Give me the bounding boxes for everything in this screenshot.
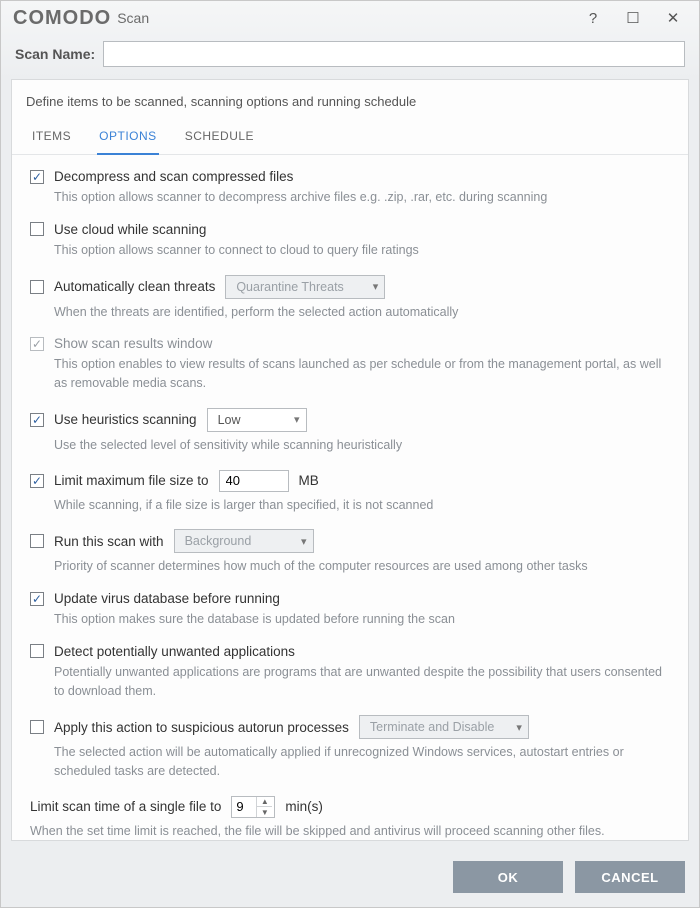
autoclean-select[interactable]: Quarantine Threats [225, 275, 385, 299]
heuristics-select[interactable]: Low [207, 408, 307, 432]
priority-desc: Priority of scanner determines how much … [54, 557, 670, 576]
option-pua: Detect potentially unwanted applications… [30, 644, 670, 701]
maxsize-unit: MB [299, 473, 319, 488]
option-autoclean: Automatically clean threats Quarantine T… [30, 275, 670, 322]
update-desc: This option makes sure the database is u… [54, 610, 670, 629]
option-results: Show scan results window This option ena… [30, 336, 670, 393]
pua-checkbox[interactable] [30, 644, 44, 658]
update-checkbox[interactable] [30, 592, 44, 606]
priority-label: Run this scan with [54, 534, 164, 549]
maxsize-desc: While scanning, if a file size is larger… [54, 496, 670, 515]
close-button[interactable]: ✕ [653, 4, 693, 32]
cloud-desc: This option allows scanner to connect to… [54, 241, 670, 260]
scan-name-input[interactable] [103, 41, 685, 67]
heuristics-desc: Use the selected level of sensitivity wh… [54, 436, 670, 455]
option-maxsize: Limit maximum file size to MB While scan… [30, 470, 670, 515]
maxsize-label: Limit maximum file size to [54, 473, 209, 488]
cloud-label: Use cloud while scanning [54, 222, 206, 237]
scan-window: COMODO Scan ? ☐ ✕ Scan Name: Define item… [0, 0, 700, 908]
pua-desc: Potentially unwanted applications are pr… [54, 663, 670, 701]
timelimit-desc: When the set time limit is reached, the … [30, 822, 670, 840]
option-autorun: Apply this action to suspicious autorun … [30, 715, 670, 781]
maxsize-input[interactable] [219, 470, 289, 492]
cloud-checkbox[interactable] [30, 222, 44, 236]
footer: OK CANCEL [1, 851, 699, 907]
timelimit-input[interactable] [232, 797, 256, 817]
options-body: Decompress and scan compressed files Thi… [12, 155, 688, 840]
option-cloud: Use cloud while scanning This option all… [30, 222, 670, 260]
titlebar: COMODO Scan ? ☐ ✕ [1, 1, 699, 35]
maxsize-checkbox[interactable] [30, 474, 44, 488]
option-decompress: Decompress and scan compressed files Thi… [30, 169, 670, 207]
heuristics-checkbox[interactable] [30, 413, 44, 427]
spinner-up-icon[interactable]: ▲ [257, 797, 272, 808]
autorun-select[interactable]: Terminate and Disable [359, 715, 529, 739]
tab-options[interactable]: OPTIONS [97, 123, 159, 155]
content-panel: Define items to be scanned, scanning opt… [11, 79, 689, 841]
brand-logo: COMODO [13, 7, 111, 30]
option-priority: Run this scan with Background Priority o… [30, 529, 670, 576]
help-button[interactable]: ? [573, 4, 613, 32]
tab-items[interactable]: ITEMS [30, 123, 73, 154]
priority-checkbox[interactable] [30, 534, 44, 548]
scan-name-row: Scan Name: [1, 35, 699, 79]
update-label: Update virus database before running [54, 591, 280, 606]
cancel-button[interactable]: CANCEL [575, 861, 685, 893]
heuristics-label: Use heuristics scanning [54, 412, 197, 427]
autoclean-checkbox[interactable] [30, 280, 44, 294]
ok-button[interactable]: OK [453, 861, 563, 893]
results-label: Show scan results window [54, 336, 212, 351]
priority-select[interactable]: Background [174, 529, 314, 553]
decompress-desc: This option allows scanner to decompress… [54, 188, 670, 207]
spinner-down-icon[interactable]: ▼ [257, 807, 272, 817]
results-checkbox [30, 337, 44, 351]
option-timelimit: Limit scan time of a single file to ▲ ▼ … [30, 796, 670, 840]
tab-schedule[interactable]: SCHEDULE [183, 123, 256, 154]
window-title: Scan [117, 10, 149, 26]
option-heuristics: Use heuristics scanning Low Use the sele… [30, 408, 670, 455]
timelimit-label: Limit scan time of a single file to [30, 799, 221, 814]
autorun-desc: The selected action will be automaticall… [54, 743, 670, 781]
maximize-button[interactable]: ☐ [613, 4, 653, 32]
tabs: ITEMS OPTIONS SCHEDULE [12, 113, 688, 155]
timelimit-spinner[interactable]: ▲ ▼ [231, 796, 275, 818]
decompress-checkbox[interactable] [30, 170, 44, 184]
decompress-label: Decompress and scan compressed files [54, 169, 293, 184]
content-description: Define items to be scanned, scanning opt… [12, 80, 688, 113]
autorun-label: Apply this action to suspicious autorun … [54, 720, 349, 735]
timelimit-unit: min(s) [285, 799, 323, 814]
autoclean-label: Automatically clean threats [54, 279, 215, 294]
scan-name-label: Scan Name: [15, 46, 95, 62]
results-desc: This option enables to view results of s… [54, 355, 670, 393]
option-update: Update virus database before running Thi… [30, 591, 670, 629]
pua-label: Detect potentially unwanted applications [54, 644, 295, 659]
autoclean-desc: When the threats are identified, perform… [54, 303, 670, 322]
autorun-checkbox[interactable] [30, 720, 44, 734]
